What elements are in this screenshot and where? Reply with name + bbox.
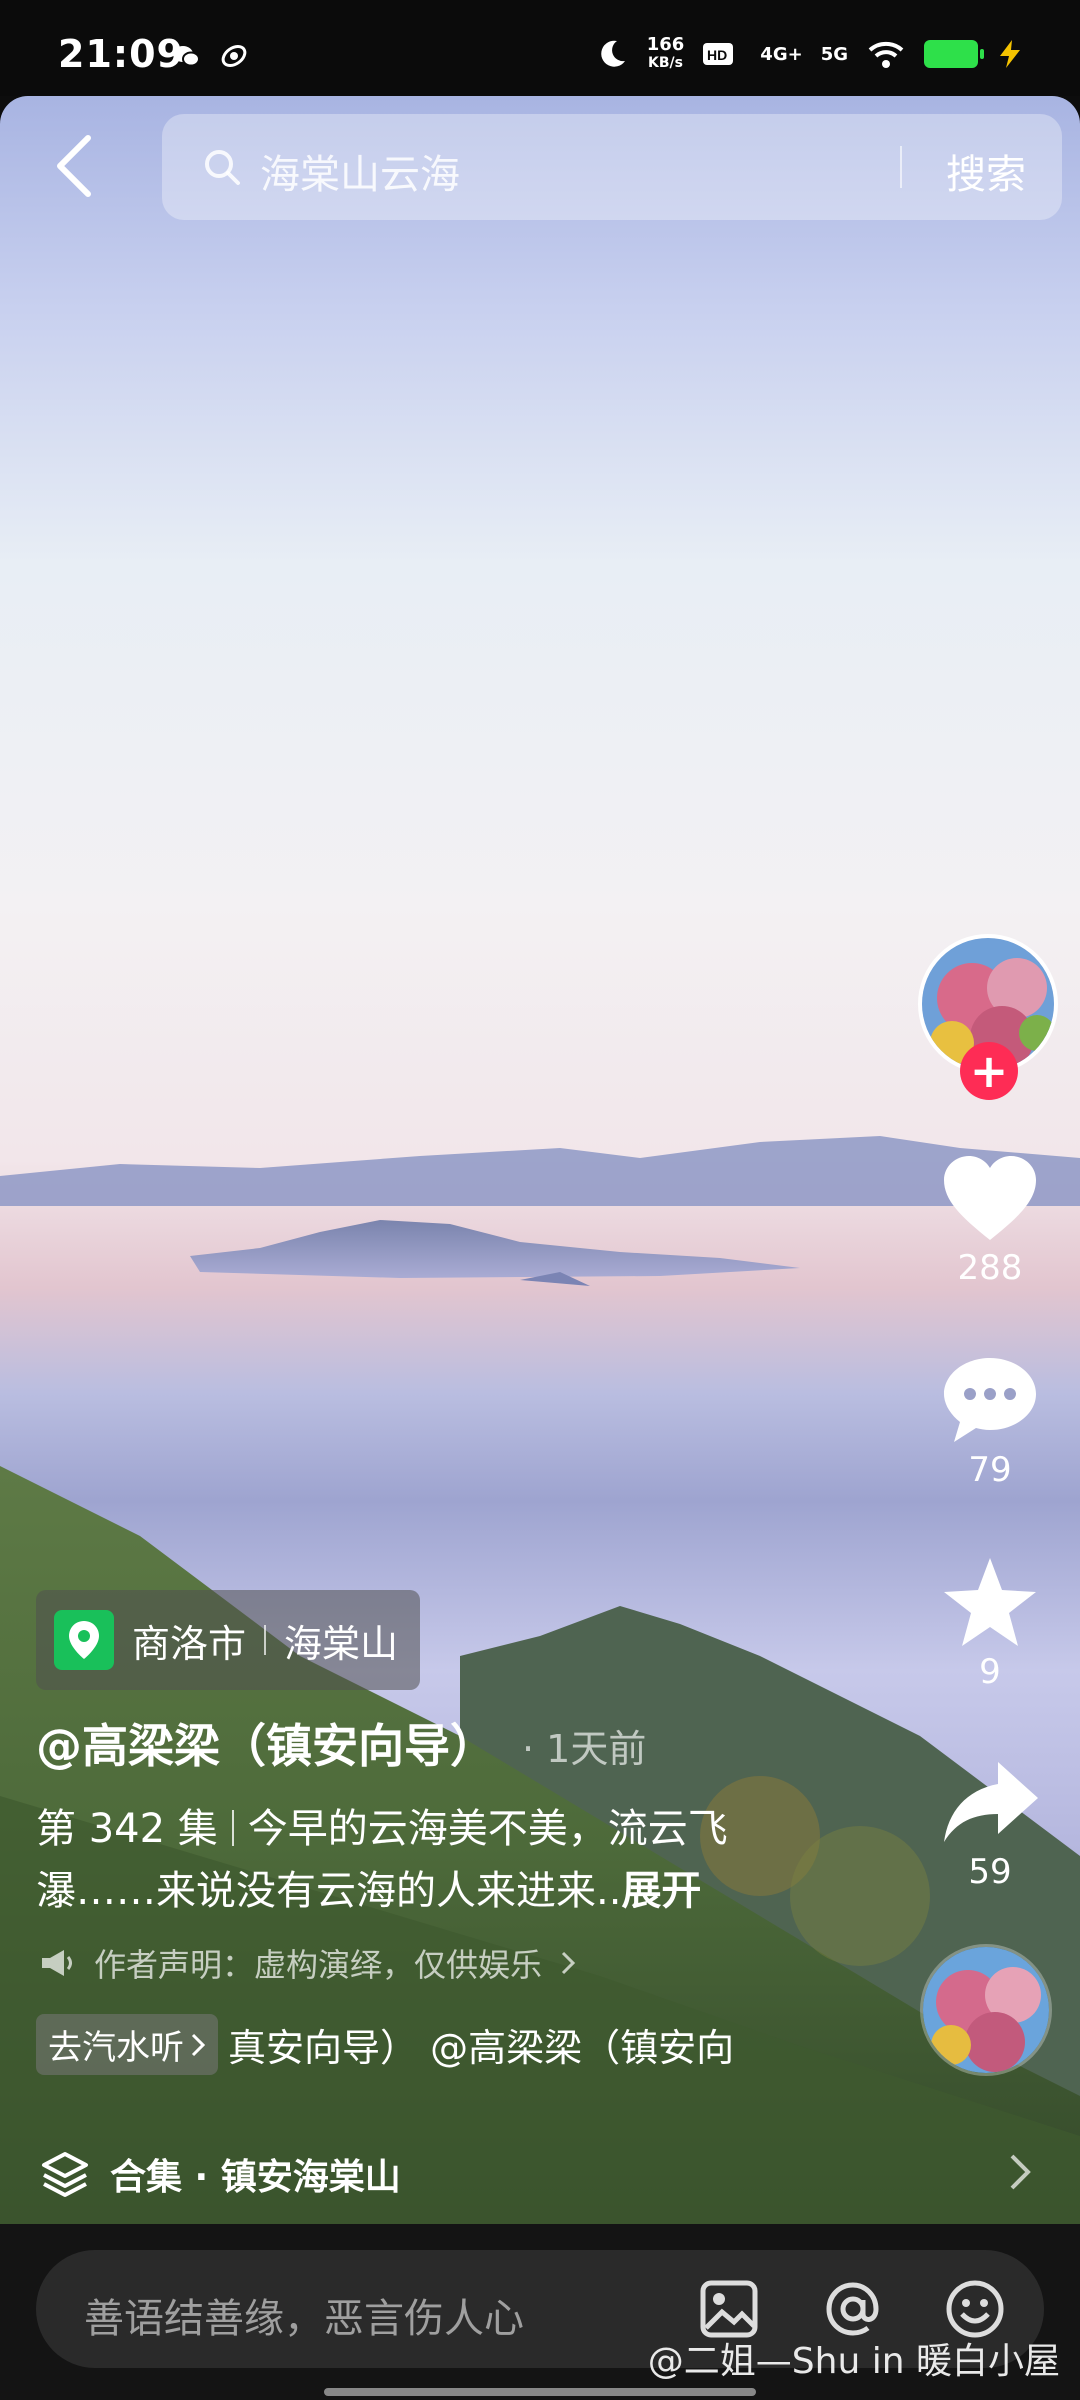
- charging-icon: [1000, 40, 1020, 68]
- follow-button[interactable]: +: [960, 1042, 1018, 1100]
- open-in-app-button[interactable]: 去汽水听: [36, 2014, 218, 2075]
- favorite-count: 9: [979, 1652, 1001, 1692]
- author-notice[interactable]: 作者声明：虚构演绎，仅供娱乐: [40, 1940, 576, 1986]
- layers-icon: [42, 2152, 88, 2197]
- search-query: 海棠山云海: [260, 152, 460, 198]
- chevron-right-icon: [191, 2033, 206, 2056]
- desc-line-2: 瀑……来说没有云海的人来进来..: [36, 1868, 622, 1914]
- hd-icon: HD: [703, 43, 734, 65]
- search-input[interactable]: 海棠山云海 搜索: [162, 114, 1062, 220]
- chevron-right-icon: [1010, 2154, 1031, 2190]
- svg-text:HD: HD: [707, 47, 727, 63]
- network-4g: 4G+: [760, 43, 803, 65]
- desc-line-1: 今早的云海美不美，流云飞: [247, 1806, 728, 1852]
- share-button[interactable]: 59: [930, 1756, 1050, 1892]
- comment-button[interactable]: 79: [930, 1354, 1050, 1490]
- music-cover: [923, 1947, 1049, 2073]
- megaphone-icon: [42, 1950, 72, 1976]
- music-tag-label: 去汽水听: [48, 2028, 184, 2068]
- desc-divider: [231, 1810, 234, 1846]
- back-arrow-icon[interactable]: [48, 130, 104, 202]
- search-divider: [900, 146, 902, 188]
- chevron-right-icon: [561, 1951, 576, 1975]
- comment-count: 79: [968, 1450, 1012, 1490]
- collection-label: 合集 · 镇安海棠山: [110, 2157, 401, 2198]
- favorite-button[interactable]: 9: [930, 1556, 1050, 1692]
- notice-text: 作者声明：虚构演绎，仅供娱乐: [94, 1946, 543, 1984]
- emoji-icon[interactable]: [944, 2278, 1006, 2340]
- search-icon: [205, 150, 240, 185]
- music-disc[interactable]: [920, 1944, 1052, 2076]
- status-time: 21:09: [58, 32, 184, 76]
- star-icon: [944, 1558, 1036, 1646]
- video-description[interactable]: 第 342 集今早的云海美不美，流云飞 瀑……来说没有云海的人来进来..展开: [36, 1798, 806, 1922]
- location-place: 海棠山: [284, 1621, 399, 1666]
- episode-label: 第 342 集: [36, 1806, 218, 1852]
- bottom-comment-bar: 善语结善缘，恶言伤人心 @二姐—Shu in 暖白小屋: [0, 2224, 1080, 2400]
- share-count: 59: [968, 1852, 1012, 1892]
- location-pin-icon: [54, 1610, 114, 1670]
- share-icon: [944, 1762, 1038, 1842]
- watermark: @二姐—Shu in 暖白小屋: [647, 2341, 1060, 2382]
- image-icon[interactable]: [698, 2278, 760, 2340]
- wifi-icon: [868, 41, 904, 68]
- heart-icon: [944, 1156, 1036, 1240]
- moon-icon: [600, 40, 625, 67]
- author-name[interactable]: @高梁梁（镇安向导）: [36, 1710, 496, 1776]
- music-title-marquee: 真安向导） @高梁梁（镇安向: [228, 2026, 735, 2070]
- comment-placeholder: 善语结善缘，恶言伤人心: [84, 2296, 524, 2342]
- home-indicator[interactable]: [324, 2388, 756, 2396]
- location-divider: [264, 1625, 267, 1655]
- like-button[interactable]: 288: [930, 1152, 1050, 1288]
- at-mention-icon[interactable]: [822, 2278, 884, 2340]
- sync-icon: [221, 44, 247, 68]
- network-5g: 5G: [820, 43, 848, 65]
- music-row[interactable]: 去汽水听 真安向导） @高梁梁（镇安向: [36, 2014, 816, 2075]
- like-count: 288: [957, 1248, 1023, 1288]
- search-button[interactable]: 搜索: [946, 142, 1026, 200]
- battery-icon: [924, 40, 984, 68]
- status-bar: 21:09 166 KB/s HD 4G+ 5G: [0, 0, 1080, 96]
- collection-bar[interactable]: 合集 · 镇安海棠山: [0, 2124, 1080, 2224]
- location-tag[interactable]: 商洛市 海棠山: [36, 1590, 421, 1690]
- comment-icon: [944, 1358, 1036, 1442]
- post-time: · 1天前: [522, 1727, 647, 1771]
- location-city: 商洛市: [132, 1621, 247, 1666]
- wechat-icon: [173, 46, 200, 67]
- expand-button[interactable]: 展开: [621, 1868, 701, 1914]
- network-speed: 166 KB/s: [646, 34, 685, 72]
